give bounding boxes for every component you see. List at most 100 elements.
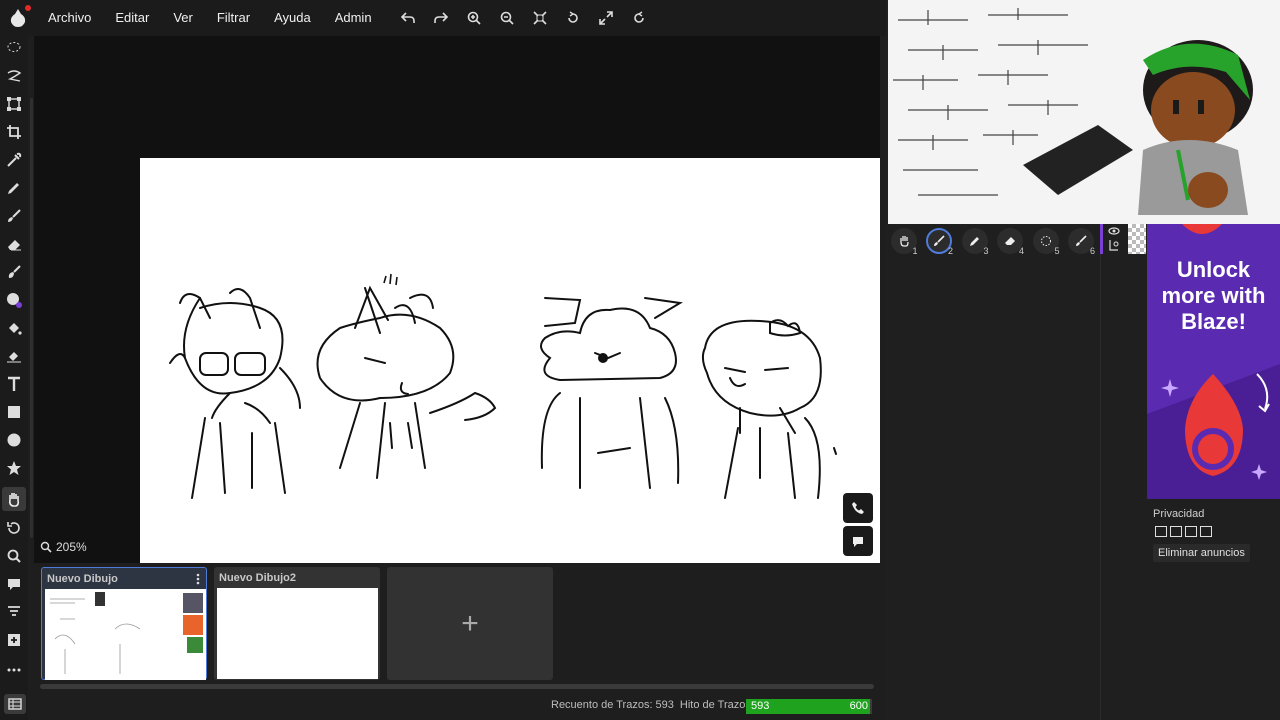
zoom-out-icon[interactable] bbox=[491, 0, 524, 36]
logo-icon bbox=[10, 9, 26, 27]
ad-layout-icons bbox=[1155, 526, 1212, 537]
add-document-button[interactable]: + bbox=[387, 567, 553, 680]
brush-slot-number: 4 bbox=[1018, 246, 1024, 256]
documents-panel: Nuevo Dibujo Nuevo Dibujo2 + bbox=[34, 563, 886, 720]
fit-icon[interactable] bbox=[524, 0, 557, 36]
layout-top-icon[interactable] bbox=[1155, 526, 1167, 537]
app-logo[interactable] bbox=[0, 0, 36, 36]
menu-ver[interactable]: Ver bbox=[161, 0, 205, 36]
menu-filtrar[interactable]: Filtrar bbox=[205, 0, 262, 36]
phone-icon bbox=[852, 502, 864, 514]
brush-slot-3[interactable]: 3 bbox=[957, 224, 993, 258]
layers-toggle-icon[interactable] bbox=[4, 694, 26, 714]
drawing-canvas[interactable] bbox=[140, 158, 880, 563]
notification-dot bbox=[25, 5, 31, 11]
artwork-banner bbox=[888, 0, 1280, 224]
zoom-search-icon bbox=[40, 541, 52, 553]
hand-tool-icon[interactable] bbox=[2, 487, 26, 511]
eraser-icon bbox=[1005, 237, 1016, 245]
brush-slot-2[interactable]: 2 bbox=[922, 224, 958, 258]
search-icon[interactable] bbox=[2, 544, 26, 568]
call-button[interactable] bbox=[843, 493, 873, 523]
layer-settings-icon[interactable] bbox=[1108, 239, 1120, 251]
zoom-label: 205% bbox=[56, 540, 87, 554]
chat-button[interactable] bbox=[843, 526, 873, 556]
pen-icon bbox=[969, 237, 979, 246]
transform-icon[interactable] bbox=[2, 92, 26, 116]
undo-icon[interactable] bbox=[392, 0, 425, 36]
text-tool-icon[interactable] bbox=[2, 372, 26, 396]
menu-admin[interactable]: Admin bbox=[323, 0, 384, 36]
layer-thumbnail[interactable] bbox=[1128, 224, 1146, 254]
lasso-icon bbox=[1040, 236, 1051, 246]
document-card[interactable]: Nuevo Dibujo2 bbox=[214, 567, 380, 680]
menu-editar[interactable]: Editar bbox=[103, 0, 161, 36]
eyedropper-icon[interactable] bbox=[2, 148, 26, 172]
chat-icon bbox=[853, 537, 863, 547]
sketch-artwork bbox=[169, 273, 837, 499]
star-shape-icon[interactable] bbox=[2, 456, 26, 480]
documents-scrollbar[interactable] bbox=[40, 684, 874, 689]
smudge-icon[interactable] bbox=[2, 260, 26, 284]
zoom-indicator[interactable]: 205% bbox=[40, 540, 87, 554]
brush-slot-1[interactable]: 1 bbox=[886, 224, 922, 258]
brush-slot-number: 1 bbox=[912, 246, 918, 256]
comment-icon[interactable] bbox=[2, 572, 26, 596]
crop-icon[interactable] bbox=[2, 120, 26, 144]
brush-icon[interactable] bbox=[2, 204, 26, 228]
fill-bucket-icon[interactable] bbox=[2, 316, 26, 340]
document-thumbnail bbox=[45, 589, 206, 680]
ad-banner[interactable]: Unlock more with Blaze! bbox=[1147, 224, 1280, 499]
lasso-select-icon[interactable] bbox=[2, 36, 26, 60]
filter-icon[interactable] bbox=[2, 600, 26, 624]
document-thumbnail bbox=[217, 588, 378, 679]
rotate-icon[interactable] bbox=[557, 0, 590, 36]
zoom-in-icon[interactable] bbox=[458, 0, 491, 36]
layer-strip bbox=[1100, 224, 1146, 254]
document-title: Nuevo Dibujo bbox=[47, 573, 118, 585]
document-card[interactable]: Nuevo Dibujo bbox=[41, 567, 207, 680]
rectangle-icon[interactable] bbox=[2, 400, 26, 424]
ellipse-icon[interactable] bbox=[2, 428, 26, 452]
color-circle-icon[interactable] bbox=[2, 288, 26, 312]
layout-left-icon[interactable] bbox=[1185, 526, 1197, 537]
redo-icon[interactable] bbox=[425, 0, 458, 36]
progress-current: 593 bbox=[751, 700, 770, 712]
brush-slot-6[interactable]: 6 bbox=[1064, 224, 1100, 258]
undo-history-icon[interactable] bbox=[2, 516, 26, 540]
brush-icon bbox=[1076, 235, 1087, 246]
lasso-transform-icon[interactable] bbox=[2, 64, 26, 88]
brush-slot-number: 3 bbox=[983, 246, 989, 256]
brush-slot-number: 6 bbox=[1089, 246, 1095, 256]
layout-right-icon[interactable] bbox=[1200, 526, 1212, 537]
eraser-icon[interactable] bbox=[2, 232, 26, 256]
tool-sidebar bbox=[0, 36, 28, 720]
ad-headline: Unlock more with Blaze! bbox=[1161, 257, 1266, 334]
panel-divider bbox=[1100, 224, 1101, 720]
brush-slot-4[interactable]: 4 bbox=[993, 224, 1029, 258]
layer-color-bar bbox=[1100, 224, 1103, 254]
hand-icon bbox=[900, 236, 909, 247]
document-menu-icon[interactable] bbox=[196, 573, 200, 585]
reset-rotation-icon[interactable] bbox=[623, 0, 656, 36]
banner-illustration bbox=[893, 8, 1253, 215]
add-icon[interactable] bbox=[2, 628, 26, 652]
eye-icon[interactable] bbox=[1108, 226, 1120, 236]
toolbar-icons bbox=[392, 0, 656, 36]
pen-icon[interactable] bbox=[2, 176, 26, 200]
fullscreen-icon[interactable] bbox=[590, 0, 623, 36]
plus-icon: + bbox=[461, 606, 479, 640]
menu-archivo[interactable]: Archivo bbox=[36, 0, 103, 36]
layout-bottom-icon[interactable] bbox=[1170, 526, 1182, 537]
gradient-icon[interactable] bbox=[2, 344, 26, 368]
tool-scrollbar[interactable] bbox=[30, 98, 33, 538]
status-bar: Recuento de Trazos: 593 Hito de Trazos: bbox=[551, 699, 754, 711]
menu-ayuda[interactable]: Ayuda bbox=[262, 0, 323, 36]
stroke-count: Recuento de Trazos: 593 bbox=[551, 699, 674, 711]
brush-slots: 1 2 3 4 5 6 bbox=[886, 224, 1100, 258]
more-icon[interactable] bbox=[2, 658, 26, 682]
progress-target: 600 bbox=[849, 700, 868, 712]
remove-ads-button[interactable]: Eliminar anuncios bbox=[1153, 544, 1250, 562]
stroke-progress-bar: 593 600 bbox=[746, 699, 872, 714]
brush-slot-5[interactable]: 5 bbox=[1028, 224, 1064, 258]
